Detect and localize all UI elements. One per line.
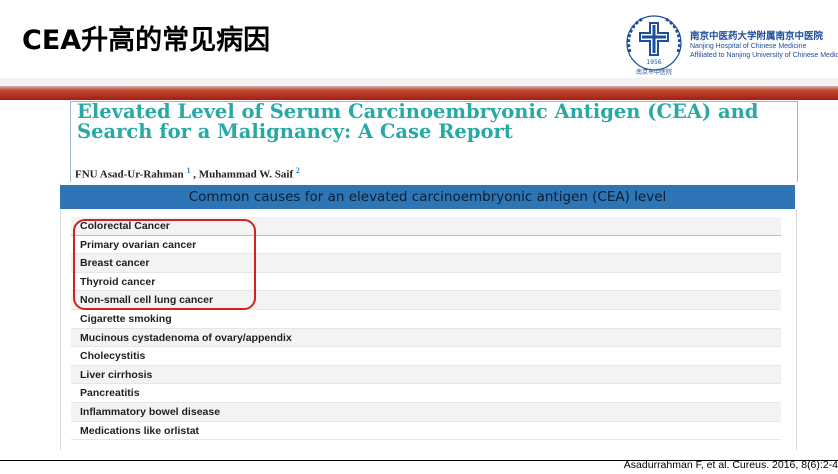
paper-header: Elevated Level of Serum Carcinoembryonic…	[70, 101, 798, 182]
logo-name-en-line1: Nanjing Hospital of Chinese Medicine	[690, 43, 807, 50]
paper-title: Elevated Level of Serum Carcinoembryonic…	[77, 100, 759, 143]
table-caption: Common causes for an elevated carcinoemb…	[60, 185, 795, 209]
table-row: Pancreatitis	[71, 384, 781, 403]
hospital-emblem-icon: 1956 南京市中医院	[626, 15, 682, 76]
slide-title: CEA升高的常见病因	[22, 25, 271, 56]
author-separator: ,	[190, 168, 199, 181]
logo-seal-text: 南京市中医院	[636, 68, 672, 76]
citation: Asadurrahman F, et al. Cureus. 2016, 8(6…	[623, 459, 838, 471]
table-row: Cholecystitis	[71, 347, 781, 366]
logo-name-en-line2: Affiliated to Nanjing University of Chin…	[690, 52, 838, 59]
author-2: Muhammad W. Saif	[198, 168, 294, 181]
cancer-highlight-box	[73, 219, 256, 310]
table-row: Liver cirrhosis	[71, 365, 781, 385]
logo-name-cn: 南京中医药大学附属南京中医院	[690, 31, 824, 42]
table-row: Inflammatory bowel disease	[71, 402, 781, 422]
table-row: Medications like orlistat	[71, 422, 781, 441]
author-2-affiliation: 2	[295, 166, 300, 175]
hospital-logo: 1956 南京市中医院 南京中医药大学附属南京中医院 Nanjing Hospi…	[618, 12, 838, 78]
author-1: FNU Asad-Ur-Rahman	[75, 168, 184, 181]
paper-authors: FNU Asad-Ur-Rahman 1 , Muhammad W. Saif …	[75, 166, 300, 181]
logo-year: 1956	[646, 59, 661, 66]
table-row: Mucinous cystadenoma of ovary/appendix	[71, 328, 781, 348]
header-band-gloss	[0, 78, 838, 86]
table-row: Cigarette smoking	[71, 310, 781, 329]
logo-name-en: Nanjing Hospital of Chinese Medicine Aff…	[690, 42, 838, 60]
